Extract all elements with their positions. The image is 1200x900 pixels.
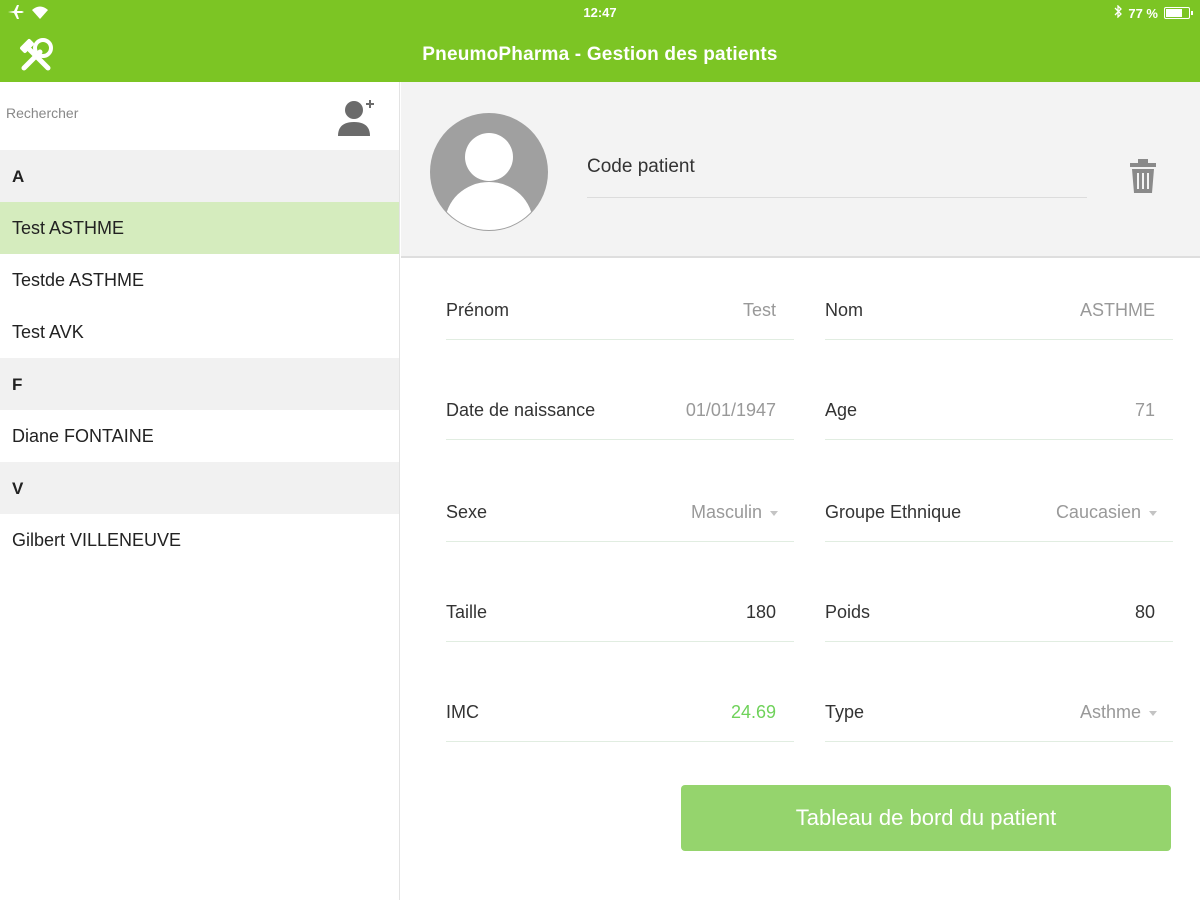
- sexe-label: Sexe: [446, 502, 488, 522]
- patient-item-gilbert-villeneuve[interactable]: Gilbert VILLENEUVE: [0, 514, 399, 566]
- poids-label: Poids: [825, 602, 871, 622]
- patient-item-diane-fontaine[interactable]: Diane FONTAINE: [0, 410, 399, 462]
- section-header-a: A: [0, 150, 399, 202]
- groupe-ethnique-label: Groupe Ethnique: [825, 502, 962, 522]
- patient-item-test-avk[interactable]: Test AVK: [0, 306, 399, 358]
- profile-bar: Code patient: [401, 82, 1200, 258]
- search-row: [0, 82, 399, 150]
- poids-field[interactable]: Poids 80: [825, 582, 1173, 642]
- imc-field: IMC 24.69: [446, 682, 794, 742]
- dropdown-caret-icon: [1149, 710, 1157, 716]
- trash-icon: [1129, 159, 1157, 198]
- taille-value: 180: [745, 602, 776, 622]
- patient-detail-panel: Code patient Prénom Test Nom ASTHME Date…: [401, 82, 1200, 900]
- prenom-field[interactable]: Prénom Test: [446, 280, 794, 340]
- date-naissance-value: 01/01/1947: [685, 400, 776, 420]
- groupe-ethnique-select[interactable]: Groupe Ethnique Caucasien: [825, 482, 1173, 542]
- bluetooth-icon: [1114, 4, 1123, 21]
- section-header-f: F: [0, 358, 399, 410]
- add-patient-button[interactable]: [334, 96, 378, 140]
- age-value: 71: [1134, 400, 1155, 420]
- patient-code-label: Code patient: [587, 156, 695, 177]
- taille-label: Taille: [446, 602, 488, 622]
- date-naissance-label: Date de naissance: [446, 400, 596, 420]
- sexe-value: Masculin: [690, 502, 762, 522]
- search-input[interactable]: [6, 100, 306, 126]
- patient-sidebar: A Test ASTHME Testde ASTHME Test AVK F D…: [0, 82, 400, 900]
- age-field[interactable]: Age 71: [825, 380, 1173, 440]
- type-value-wrap: Asthme: [1080, 702, 1157, 723]
- type-select[interactable]: Type Asthme: [825, 682, 1173, 742]
- section-header-v: V: [0, 462, 399, 514]
- patient-item-test-asthme[interactable]: Test ASTHME: [0, 202, 399, 254]
- dropdown-caret-icon: [770, 510, 778, 516]
- date-naissance-field[interactable]: Date de naissance 01/01/1947: [446, 380, 794, 440]
- patient-dashboard-button[interactable]: Tableau de bord du patient: [681, 785, 1171, 851]
- add-user-icon: [334, 100, 378, 144]
- status-bar: 12:47 77 %: [0, 0, 1200, 26]
- sexe-value-wrap: Masculin: [691, 502, 778, 523]
- app-title: PneumoPharma - Gestion des patients: [422, 44, 778, 65]
- dropdown-caret-icon: [1149, 510, 1157, 516]
- battery-percent: 77 %: [1128, 5, 1158, 21]
- patient-code-field[interactable]: Code patient: [587, 152, 1087, 198]
- type-value: Asthme: [1079, 702, 1141, 722]
- battery-icon: [1164, 7, 1193, 19]
- taille-field[interactable]: Taille 180: [446, 582, 794, 642]
- age-label: Age: [825, 400, 858, 420]
- status-right: 77 %: [1114, 4, 1193, 21]
- type-label: Type: [825, 702, 865, 722]
- prenom-value: Test: [742, 300, 776, 320]
- nom-value: ASTHME: [1079, 300, 1155, 320]
- groupe-ethnique-value-wrap: Caucasien: [1056, 502, 1157, 523]
- nom-field[interactable]: Nom ASTHME: [825, 280, 1173, 340]
- groupe-ethnique-value: Caucasien: [1055, 502, 1141, 522]
- status-time: 12:47: [583, 5, 617, 20]
- battery-fill: [1166, 9, 1182, 17]
- imc-label: IMC: [446, 702, 479, 722]
- poids-value: 80: [1134, 602, 1155, 622]
- prenom-label: Prénom: [446, 300, 510, 320]
- app-header: 12:47 77 % PneumoPharma - Gestion des pa…: [0, 0, 1200, 82]
- sexe-select[interactable]: Sexe Masculin: [446, 482, 794, 542]
- imc-value: 24.69: [730, 702, 776, 722]
- nom-label: Nom: [825, 300, 864, 320]
- patient-avatar[interactable]: [429, 112, 549, 232]
- user-avatar-icon: [429, 113, 549, 236]
- patient-item-testde-asthme[interactable]: Testde ASTHME: [0, 254, 399, 306]
- delete-patient-button[interactable]: [1129, 158, 1157, 194]
